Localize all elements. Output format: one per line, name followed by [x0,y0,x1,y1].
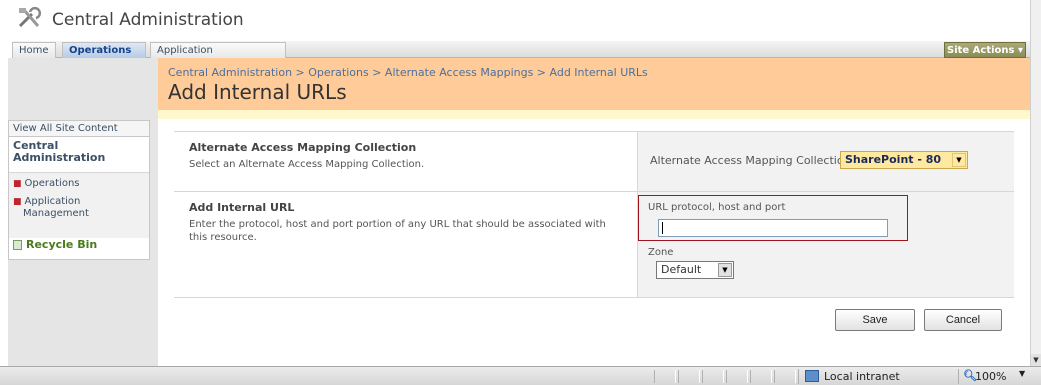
quick-launch: View All Site Content Central Administra… [8,120,150,260]
zoom-level: 100% [975,370,1007,383]
status-pane [654,370,676,383]
save-button[interactable]: Save [835,309,915,331]
recycle-bin-link[interactable]: Recycle Bin [13,237,97,253]
form-divider [174,297,1014,298]
tools-icon [18,6,42,28]
page-title-area: Central Administration > Operations > Al… [158,58,1030,110]
collection-section-title: Alternate Access Mapping Collection [189,141,417,154]
browser-status-bar: Local intranet 🔍︎ 100% ▼ [0,366,1041,385]
security-zone-indicator[interactable]: Local intranet [798,369,948,384]
top-navigation: Home Operations Application Management S… [12,41,1030,71]
view-all-site-content-link[interactable]: View All Site Content [9,121,149,137]
main-content: Alternate Access Mapping Collection Sele… [158,119,1030,366]
tab-operations[interactable]: Operations [62,42,146,58]
zone-select[interactable]: Default ▼ [656,261,734,279]
site-header: Central Administration [0,0,1030,32]
quicklaunch-item-application-management[interactable]: ■ Application Management [13,196,133,220]
bullet-icon: ■ [13,197,22,207]
collection-field-panel: Alternate Access Mapping Collection: Sha… [637,132,1014,192]
scroll-down-icon[interactable]: ▼ [1031,354,1041,366]
quicklaunch-item-operations[interactable]: ■ Operations [13,178,143,190]
internal-url-field-panel: URL protocol, host and port Zone Default… [637,192,1014,298]
status-pane [702,370,724,383]
title-divider [158,110,1030,119]
zoom-dropdown-icon[interactable]: ▼ [1019,369,1025,378]
tab-application-management[interactable]: Application Management [150,42,286,71]
vertical-scrollbar[interactable]: ▼ [1030,0,1041,366]
internal-url-section: Add Internal URL Enter the protocol, hos… [174,191,1014,298]
zoom-control[interactable]: 🔍︎ 100% ▼ [958,369,1028,384]
tab-home[interactable]: Home [12,42,56,58]
status-pane [774,370,796,383]
security-zone-label: Local intranet [824,370,900,383]
text-cursor [662,222,663,234]
recycle-bin-icon [13,240,22,250]
site-title[interactable]: Central Administration [52,10,244,30]
collection-field-label: Alternate Access Mapping Collection: [650,154,855,167]
zone-label: Zone [648,247,674,258]
internal-url-section-title: Add Internal URL [189,201,295,214]
cancel-button[interactable]: Cancel [924,309,1002,331]
collection-select[interactable]: SharePoint - 80 ▼ [840,151,968,169]
status-pane [750,370,772,383]
quicklaunch-section-central-administration[interactable]: Central Administration [13,140,143,164]
status-pane [678,370,700,383]
url-field-label: URL protocol, host and port [648,202,786,213]
page-title: Add Internal URLs [168,80,347,104]
internal-url-section-description: Enter the protocol, host and port portio… [189,219,606,243]
dropdown-arrow-icon: ▼ [952,153,966,167]
collection-section: Alternate Access Mapping Collection Sele… [174,131,1014,192]
url-input[interactable] [658,219,888,237]
bullet-icon: ■ [13,179,22,189]
site-actions-button[interactable]: Site Actions ▾ [944,42,1026,58]
breadcrumb[interactable]: Central Administration > Operations > Al… [168,66,648,79]
intranet-zone-icon [805,370,819,382]
dropdown-arrow-icon: ▼ [718,263,732,277]
status-pane [726,370,748,383]
collection-section-description: Select an Alternate Access Mapping Colle… [189,159,425,170]
